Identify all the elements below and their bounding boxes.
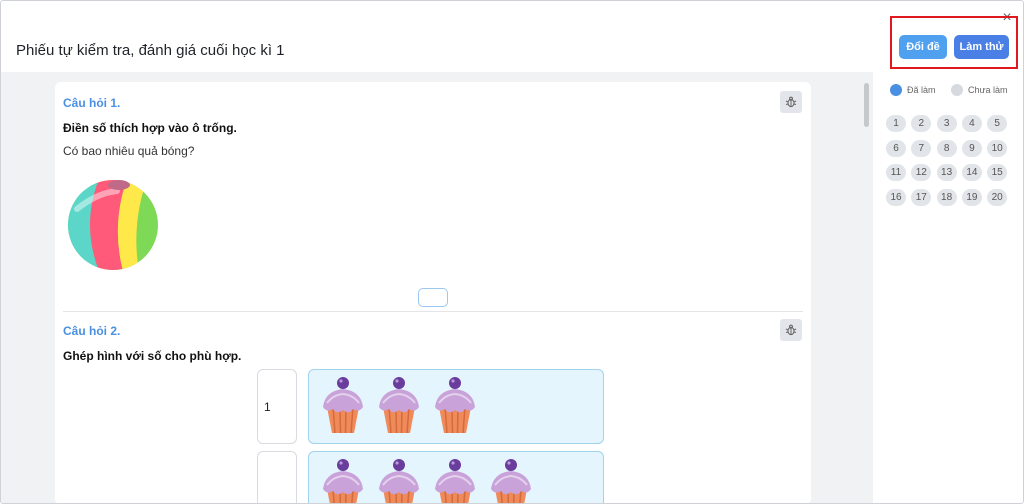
cupcake-icon — [431, 455, 479, 503]
match-number-box[interactable]: 1 — [257, 369, 297, 444]
question-nav-item[interactable]: 8 — [936, 139, 957, 157]
legend-done: Đã làm — [890, 84, 936, 96]
question-card: Câu hỏi 1. Điền số thích hợp vào ô trống… — [55, 82, 811, 503]
question-2-instruction: Ghép hình với số cho phù hợp. — [63, 349, 242, 363]
question-1-instruction: Điền số thích hợp vào ô trống. — [63, 121, 237, 135]
cupcake-group-box[interactable] — [308, 369, 604, 444]
question-nav-item[interactable]: 18 — [936, 189, 957, 207]
cupcake-icon — [319, 455, 367, 503]
question-nav-item[interactable]: 12 — [911, 164, 932, 182]
legend-todo: Chưa làm — [951, 84, 1008, 96]
match-number-box[interactable]: 2 — [257, 451, 297, 503]
question-nav-item[interactable]: 15 — [987, 164, 1008, 182]
question-2-label: Câu hỏi 2. — [63, 324, 121, 338]
question-nav-item[interactable]: 20 — [987, 189, 1008, 207]
dialog-window: Phiếu tự kiểm tra, đánh giá cuối học kì … — [0, 0, 1024, 504]
question-nav-item[interactable]: 11 — [886, 164, 906, 182]
cupcake-icon — [375, 373, 423, 440]
question-nav-item[interactable]: 9 — [961, 139, 982, 157]
scrollbar-thumb[interactable] — [864, 83, 869, 127]
report-button-q2[interactable] — [780, 319, 802, 341]
question-nav-item[interactable]: 3 — [936, 115, 957, 132]
question-nav-item[interactable]: 13 — [936, 164, 957, 182]
cupcake-icon — [375, 455, 423, 503]
question-nav-item[interactable]: 2 — [911, 115, 932, 132]
bug-icon — [785, 96, 797, 108]
beach-ball-icon — [68, 180, 158, 270]
question-nav-item[interactable]: 1 — [886, 115, 906, 132]
try-button[interactable]: Làm thử — [954, 35, 1009, 59]
question-nav-item[interactable]: 7 — [911, 139, 932, 157]
question-divider — [63, 311, 803, 312]
question-nav-item[interactable]: 16 — [886, 189, 906, 207]
question-1-text: Có bao nhiêu quả bóng? — [63, 144, 195, 158]
bug-icon — [785, 324, 797, 336]
cupcake-icon — [319, 373, 367, 440]
question-nav-item[interactable]: 6 — [886, 139, 906, 157]
done-dot-icon — [890, 84, 902, 96]
legend-done-label: Đã làm — [907, 85, 936, 95]
question-1-label: Câu hỏi 1. — [63, 96, 121, 110]
question-nav-item[interactable]: 5 — [987, 115, 1008, 132]
answer-input-q1[interactable] — [418, 288, 448, 307]
change-test-button[interactable]: Đổi đề — [899, 35, 947, 59]
question-nav-item[interactable]: 19 — [961, 189, 982, 207]
question-nav-item[interactable]: 10 — [987, 139, 1008, 157]
question-nav-item[interactable]: 4 — [961, 115, 982, 132]
cupcake-group-box[interactable] — [308, 451, 604, 503]
report-button-q1[interactable] — [780, 91, 802, 113]
question-nav-item[interactable]: 14 — [961, 164, 982, 182]
page-title: Phiếu tự kiểm tra, đánh giá cuối học kì … — [16, 42, 285, 59]
cupcake-icon — [487, 455, 535, 503]
legend-todo-label: Chưa làm — [968, 85, 1008, 95]
cupcake-icon — [431, 373, 479, 440]
todo-dot-icon — [951, 84, 963, 96]
question-nav-item[interactable]: 17 — [911, 189, 932, 207]
scrollbar-track[interactable] — [863, 77, 869, 495]
